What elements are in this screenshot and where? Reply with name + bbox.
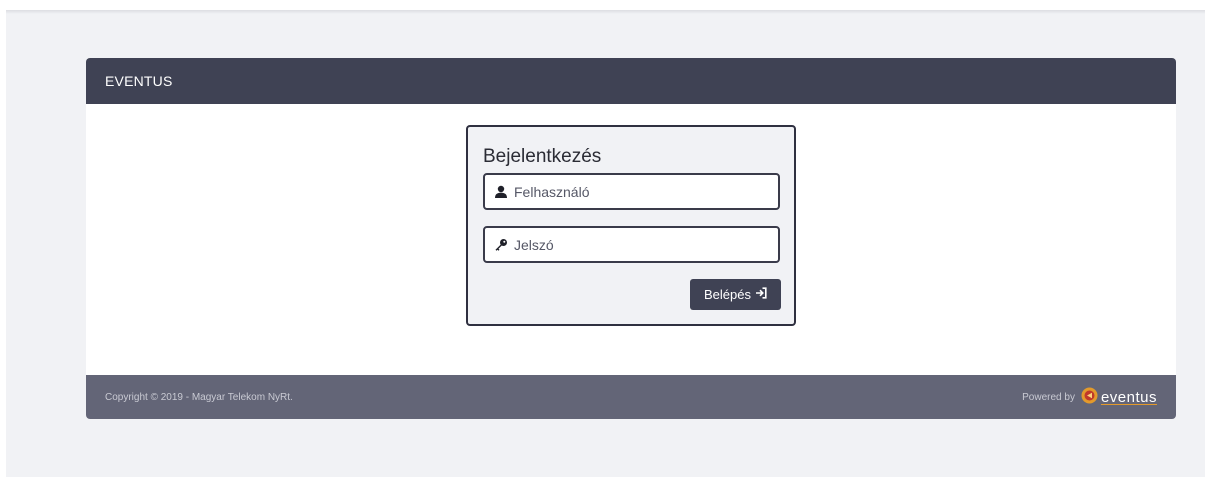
app-title: EVENTUS <box>105 73 173 89</box>
key-icon <box>494 238 508 252</box>
eventus-logo[interactable]: eventus <box>1081 387 1157 407</box>
password-field[interactable] <box>483 226 780 263</box>
top-bar-shadow <box>6 10 1205 14</box>
password-input[interactable] <box>514 236 764 253</box>
login-title: Bejelentkezés <box>483 146 602 167</box>
login-form: Bejelentkezés Felhasználó Belépés <box>466 125 796 326</box>
login-button-label: Belépés <box>704 287 751 302</box>
eventus-logo-text: eventus <box>1100 388 1157 406</box>
sign-in-icon <box>755 287 767 302</box>
main-card: EVENTUS Bejelentkezés Felhasználó Belépé… <box>86 58 1176 419</box>
username-input[interactable] <box>514 183 764 200</box>
eventus-logo-icon <box>1081 387 1098 407</box>
card-body: Bejelentkezés Felhasználó Belépés <box>86 104 1176 375</box>
user-icon <box>494 185 508 199</box>
login-button[interactable]: Belépés <box>690 279 781 310</box>
username-field[interactable] <box>483 173 780 210</box>
powered-by-text: Powered by <box>1022 391 1075 403</box>
copyright-text: Copyright © 2019 - Magyar Telekom NyRt. <box>105 391 293 403</box>
powered-by: Powered by eventus <box>1022 387 1157 407</box>
card-header: EVENTUS <box>86 58 1176 104</box>
card-footer: Copyright © 2019 - Magyar Telekom NyRt. … <box>86 375 1176 419</box>
